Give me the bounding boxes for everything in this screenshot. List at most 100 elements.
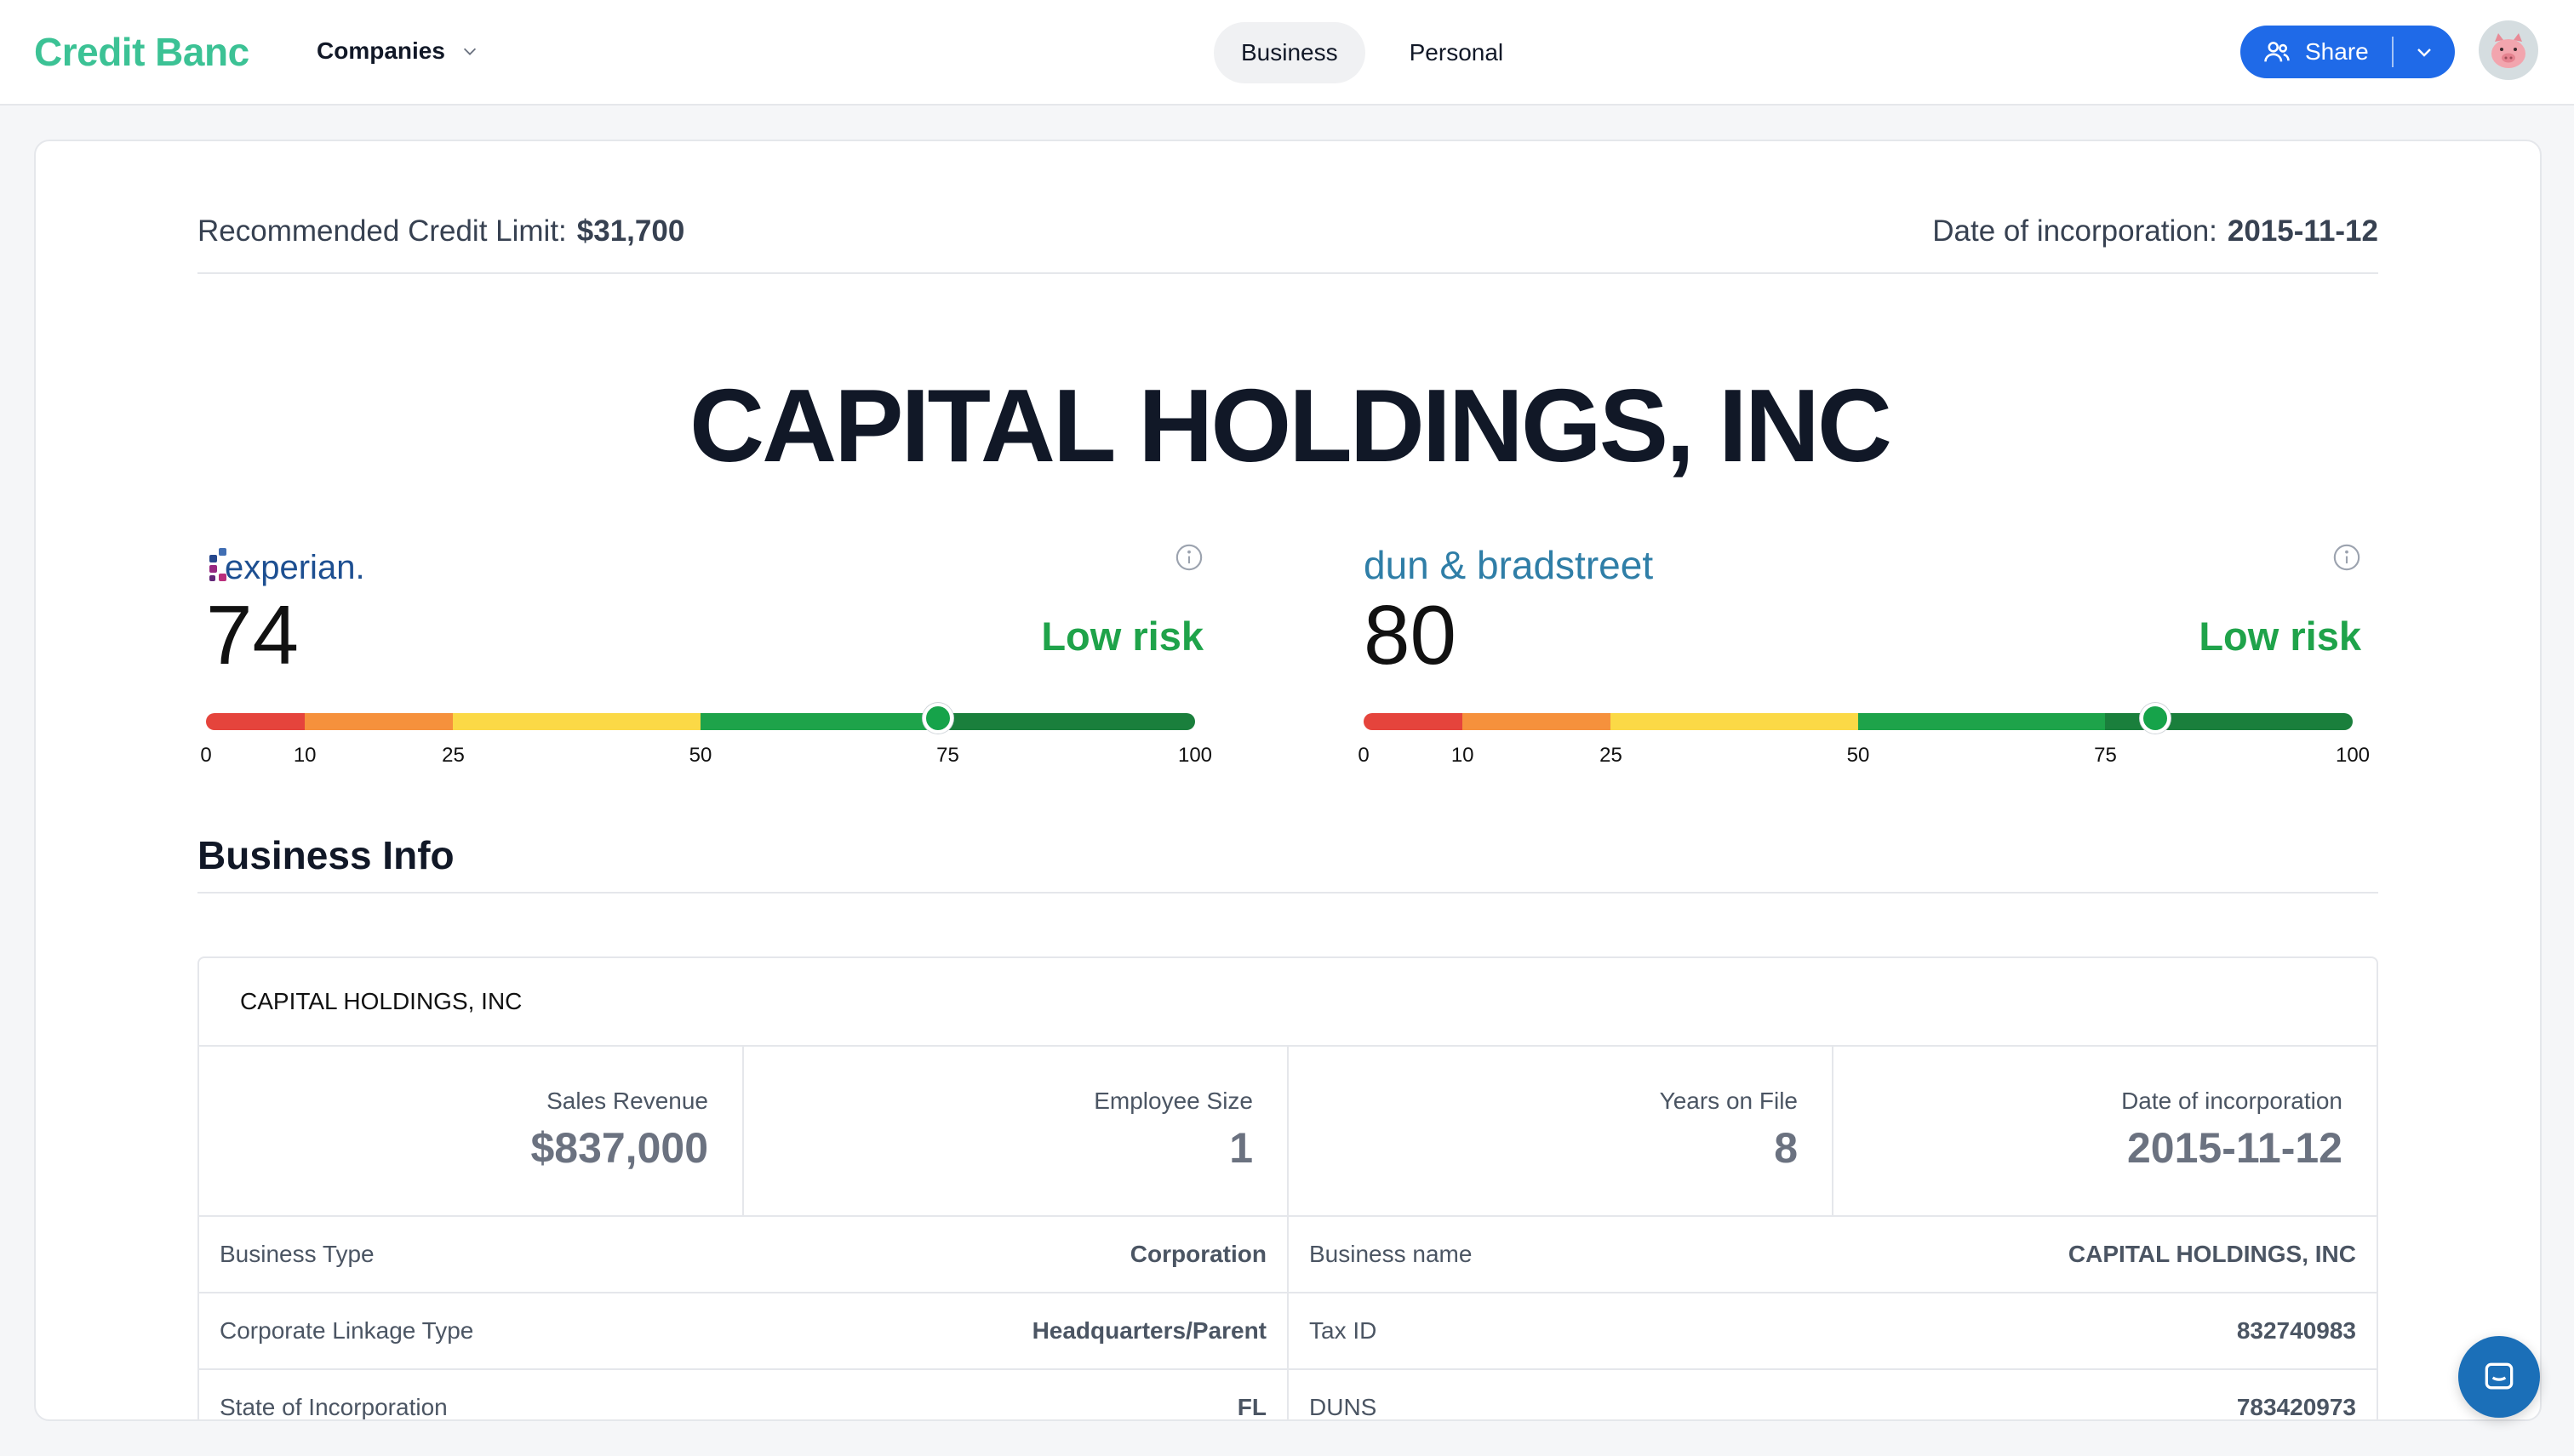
stat-employee-size: Employee Size 1 — [744, 1047, 1289, 1215]
tab-personal[interactable]: Personal — [1382, 22, 1531, 83]
gauge-tick-label: 25 — [442, 744, 465, 767]
stat-sales-revenue: Sales Revenue $837,000 — [199, 1047, 744, 1215]
business-info-table: CAPITAL HOLDINGS, INC Sales Revenue $837… — [197, 956, 2378, 1420]
dnb-gauge-ticks: 0 10 25 50 75 100 — [1358, 744, 2370, 769]
table-row: Business name CAPITAL HOLDINGS, INC — [1289, 1217, 2377, 1293]
business-info-company-name: CAPITAL HOLDINGS, INC — [199, 958, 2377, 1047]
chat-launcher-button[interactable] — [2458, 1336, 2540, 1418]
stat-years-on-file: Years on File 8 — [1289, 1047, 1833, 1215]
gauge-tick-label: 100 — [2335, 744, 2371, 767]
details-right-column: Business name CAPITAL HOLDINGS, INC Tax … — [1289, 1217, 2377, 1420]
gauge-tick-label: 10 — [293, 744, 317, 767]
experian-gauge-ticks: 0 10 25 50 75 100 — [200, 744, 1212, 769]
row-key: Corporate Linkage Type — [220, 1317, 474, 1344]
share-button[interactable]: Share — [2240, 26, 2455, 78]
details-left-column: Business Type Corporation Corporate Link… — [199, 1217, 1289, 1420]
companies-label: Companies — [317, 37, 445, 64]
chevron-down-icon — [2417, 49, 2431, 57]
dnb-score-gauge — [1364, 713, 2353, 730]
gauge-segment — [1462, 713, 1611, 730]
row-value: 783420973 — [2236, 1394, 2356, 1420]
stat-value: 2015-11-12 — [2126, 1124, 2342, 1172]
dnb-score-marker — [2139, 703, 2171, 734]
row-value: Headquarters/Parent — [1032, 1317, 1267, 1344]
incorporation-date: Date of incorporation: 2015-11-12 — [1932, 214, 2378, 248]
user-avatar[interactable] — [2479, 20, 2538, 80]
share-label: Share — [2305, 38, 2369, 65]
gauge-tick-label: 75 — [2094, 744, 2117, 767]
dnb-score: 80 — [1364, 588, 1457, 682]
row-key: Tax ID — [1309, 1317, 1377, 1344]
stat-label: Sales Revenue — [546, 1088, 708, 1114]
chat-icon — [2485, 1362, 2514, 1390]
inc-label: Date of incorporation: — [1932, 214, 2217, 248]
stat-date-of-incorporation: Date of incorporation 2015-11-12 — [1833, 1047, 2377, 1215]
business-info-heading: Business Info — [197, 832, 2378, 894]
table-row: Business Type Corporation — [199, 1217, 1287, 1293]
gauge-segment — [1610, 713, 1858, 730]
row-key: Business Type — [220, 1241, 375, 1267]
table-row: Corporate Linkage Type Headquarters/Pare… — [199, 1293, 1287, 1370]
experian-score-marker — [922, 703, 953, 734]
inc-value: 2015-11-12 — [2227, 214, 2378, 248]
gauge-tick-label: 0 — [200, 744, 212, 767]
chevron-down-icon — [463, 48, 477, 55]
row-key: DUNS — [1309, 1394, 1377, 1420]
credit-summary-row: Recommended Credit Limit: $31,700 Date of… — [197, 214, 2378, 274]
gauge-tick-label: 25 — [1599, 744, 1622, 767]
company-name-heading: CAPITAL HOLDINGS, INC — [689, 368, 1892, 483]
stat-value: 1 — [1229, 1124, 1253, 1172]
row-key: Business name — [1309, 1241, 1473, 1267]
limit-value: $31,700 — [576, 214, 685, 248]
gauge-tick-label: 50 — [1846, 744, 1870, 767]
business-detail-rows: Business Type Corporation Corporate Link… — [199, 1217, 2377, 1420]
gauge-segment — [206, 713, 306, 730]
piggy-avatar-icon — [2491, 33, 2525, 68]
row-value: 832740983 — [2236, 1317, 2356, 1344]
table-row: Tax ID 832740983 — [1289, 1293, 2377, 1370]
top-navigation: Credit Banc Companies Business Personal … — [0, 0, 2574, 106]
experian-risk-label: Low risk — [1041, 614, 1204, 659]
share-main-action[interactable]: Share — [2240, 37, 2392, 66]
stat-label: Date of incorporation — [2121, 1088, 2342, 1114]
stat-value: 8 — [1774, 1124, 1798, 1172]
experian-score-gauge — [206, 713, 1195, 730]
gauge-segment — [947, 713, 1195, 730]
gauge-tick-label: 0 — [1358, 744, 1370, 767]
row-key: State of Incorporation — [220, 1394, 448, 1420]
recommended-credit-limit: Recommended Credit Limit: $31,700 — [197, 214, 684, 248]
table-row: State of Incorporation FL — [199, 1370, 1287, 1420]
stat-label: Years on File — [1659, 1088, 1798, 1114]
credit-banc-logo[interactable]: Credit Banc — [34, 29, 249, 75]
gauge-segment — [1857, 713, 2106, 730]
tab-business[interactable]: Business — [1214, 22, 1365, 83]
business-stats-row: Sales Revenue $837,000 Employee Size 1 Y… — [199, 1047, 2377, 1217]
row-value: Corporation — [1130, 1241, 1267, 1267]
stat-label: Employee Size — [1094, 1088, 1253, 1114]
row-value: FL — [1237, 1394, 1267, 1420]
gauge-segment — [305, 713, 454, 730]
users-icon — [2264, 42, 2290, 62]
dnb-score-panel: dun & bradstreet 80 Low risk 0 10 25 50 75 10… — [1355, 533, 2394, 805]
gauge-tick-label: 75 — [936, 744, 959, 767]
gauge-segment — [453, 713, 701, 730]
table-row: DUNS 783420973 — [1289, 1370, 2377, 1420]
company-report-card: Recommended Credit Limit: $31,700 Date of… — [34, 140, 2542, 1421]
experian-score-panel: experian. 74 Low risk 0 10 25 50 75 100 — [197, 533, 1236, 805]
gauge-tick-label: 100 — [1177, 744, 1213, 767]
info-icon[interactable] — [1175, 543, 1204, 572]
limit-label: Recommended Credit Limit: — [197, 214, 567, 248]
row-value: CAPITAL HOLDINGS, INC — [2068, 1241, 2356, 1267]
companies-dropdown[interactable]: Companies — [317, 37, 479, 65]
dnb-risk-label: Low risk — [2199, 614, 2361, 659]
gauge-segment — [700, 713, 948, 730]
stat-value: $837,000 — [530, 1124, 708, 1172]
share-options-toggle[interactable] — [2394, 42, 2455, 62]
gauge-segment — [1364, 713, 1463, 730]
gauge-tick-label: 10 — [1450, 744, 1474, 767]
info-icon[interactable] — [2332, 543, 2361, 572]
dnb-wordmark: dun & bradstreet — [1364, 543, 1653, 587]
experian-score: 74 — [206, 588, 300, 682]
business-personal-toggle: Business Personal — [1214, 22, 1530, 83]
experian-wordmark: experian. — [225, 549, 365, 586]
